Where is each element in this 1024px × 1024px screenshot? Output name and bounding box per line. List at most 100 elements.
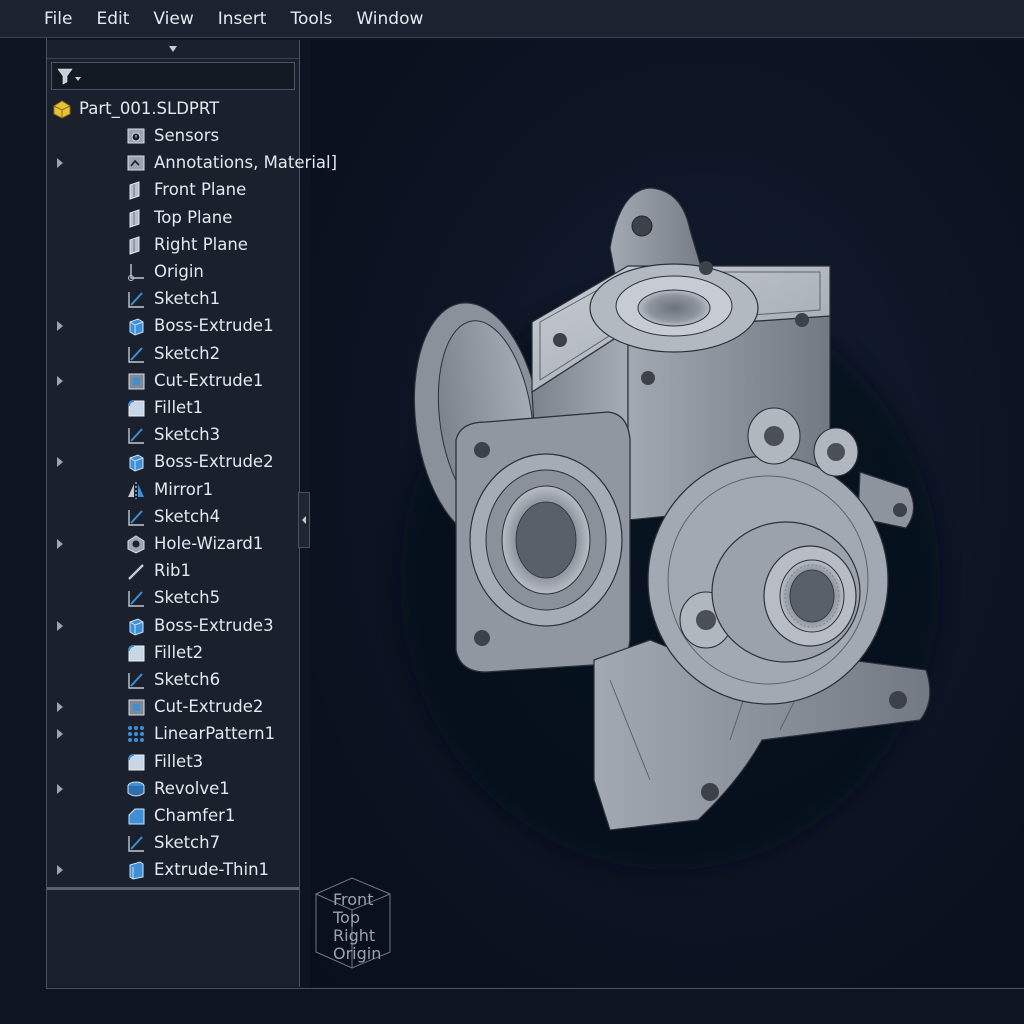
feature-manager-panel: Part_001.SLDPRT Sensors Annotations, Mate…	[47, 40, 337, 987]
menu-edit[interactable]: Edit	[84, 9, 141, 29]
tree-item-label: Revolve1	[154, 778, 230, 798]
expand-arrow-icon[interactable]	[57, 539, 63, 549]
menu-file[interactable]: File	[32, 9, 84, 29]
tree-item-label: Right Plane	[154, 234, 248, 254]
tree-item-label: Hole-Wizard1	[154, 534, 264, 553]
cut-extrude-icon	[125, 370, 147, 392]
tree-item-label: Boss-Extrude2	[154, 452, 274, 472]
menu-insert[interactable]: Insert	[206, 9, 279, 29]
viewcube-right-label: Right	[333, 926, 376, 945]
tree-item-label: Cut-Extrude1	[154, 370, 264, 390]
tree-item[interactable]: Fillet3	[47, 749, 299, 775]
tree-item-label: Sketch6	[154, 670, 221, 689]
sketch-icon	[125, 832, 147, 854]
extrude-thin-icon	[125, 859, 147, 881]
viewcube-top-label: Top	[333, 908, 360, 927]
expand-arrow-icon[interactable]	[57, 158, 63, 169]
tree-item[interactable]: Mirror1	[47, 477, 299, 503]
expand-arrow-icon[interactable]	[57, 865, 63, 876]
sketch-icon	[125, 288, 147, 310]
tree-item[interactable]: Top Plane	[47, 205, 299, 231]
tree-item-label: Fillet3	[154, 751, 204, 771]
tree-item[interactable]: Cut-Extrude1	[47, 368, 299, 394]
tree-item[interactable]: Chamfer1	[47, 803, 299, 829]
tree-item[interactable]: Sketch2	[47, 341, 299, 367]
menu-bar: File Edit View Insert Tools Window	[0, 0, 1024, 38]
part-model[interactable]	[310, 40, 1024, 987]
tree-item[interactable]: Origin	[47, 259, 299, 285]
tree-item[interactable]: Sketch7	[47, 830, 299, 856]
tree-item[interactable]: Fillet2	[47, 640, 299, 666]
tree-item-label: Fillet1	[154, 398, 204, 417]
tree-item[interactable]: Annotations, Material]	[47, 150, 337, 176]
tree-item-label: Sketch7	[154, 833, 221, 853]
tree-item[interactable]: Cut-Extrude2	[47, 694, 299, 720]
tree-item-label: Chamfer1	[154, 806, 236, 825]
expand-arrow-icon[interactable]	[57, 729, 63, 740]
tree-item-label: Cut-Extrude2	[154, 697, 264, 717]
panel-splitter[interactable]	[47, 887, 299, 890]
mirror-icon	[125, 479, 147, 501]
tree-item[interactable]: Sketch1	[47, 286, 299, 312]
expand-arrow-icon[interactable]	[57, 620, 63, 631]
tree-item-label: Sketch3	[154, 425, 221, 445]
chevron-left-icon[interactable]	[301, 515, 307, 525]
sketch-icon	[125, 506, 147, 528]
expand-arrow-icon[interactable]	[57, 457, 63, 468]
origin-icon	[125, 261, 147, 283]
tree-item-label: Boss-Extrude1	[154, 316, 274, 336]
fillet-icon	[125, 397, 147, 419]
menu-view[interactable]: View	[141, 9, 205, 29]
tree-item[interactable]: Extrude-Thin1	[47, 857, 299, 883]
tree-item[interactable]: Sketch5	[47, 585, 299, 611]
chevron-down-icon[interactable]	[168, 45, 178, 53]
tree-item[interactable]: Front Plane	[47, 177, 299, 203]
filter-bar[interactable]	[51, 62, 295, 90]
tree-item-label: LinearPattern1	[154, 724, 276, 744]
hole-wizard-icon	[125, 533, 147, 555]
tree-item[interactable]: Rib1	[47, 558, 299, 584]
tree-item[interactable]: Boss-Extrude1	[47, 313, 299, 339]
plane-icon	[125, 234, 147, 256]
tree-item[interactable]: Sketch4	[47, 504, 299, 530]
panel-collapse-handle[interactable]	[298, 492, 310, 548]
tree-item-label: Sketch1	[154, 289, 221, 309]
boss-extrude-icon	[125, 615, 147, 637]
plane-icon	[125, 179, 147, 201]
tree-item-label: Extrude-Thin1	[154, 860, 270, 880]
tree-root[interactable]: Part_001.SLDPRT	[47, 96, 299, 122]
expand-arrow-icon[interactable]	[57, 702, 63, 713]
tree-item-label: Sketch4	[154, 506, 221, 526]
tree-item[interactable]: Revolve1	[47, 776, 299, 802]
tree-item[interactable]: LinearPattern1	[47, 721, 299, 747]
tree-item[interactable]: Right Plane	[47, 232, 299, 258]
sketch-icon	[125, 343, 147, 365]
filter-icon[interactable]	[56, 67, 82, 85]
expand-arrow-icon[interactable]	[57, 321, 63, 332]
tree-item[interactable]: Boss-Extrude2	[47, 449, 299, 475]
tree-item[interactable]: Sensors	[47, 123, 299, 149]
tree-item[interactable]: Sketch3	[47, 422, 299, 448]
graphics-viewport[interactable]	[310, 40, 1024, 987]
tree-item[interactable]: Sketch6	[47, 667, 299, 693]
tree-item[interactable]: Fillet1	[47, 395, 299, 421]
tree-item-label: Mirror1	[154, 479, 214, 499]
sketch-icon	[125, 424, 147, 446]
linear-pattern-icon	[125, 723, 147, 745]
view-orientation-cube[interactable]: Front Top Right Origin	[312, 872, 396, 972]
sketch-icon	[125, 669, 147, 691]
tree-root-label: Part_001.SLDPRT	[79, 99, 220, 118]
revolve-icon	[125, 778, 147, 800]
tree-item-label: Boss-Extrude3	[154, 615, 274, 635]
expand-arrow-icon[interactable]	[57, 783, 63, 794]
annotations-icon	[125, 152, 147, 174]
panel-header[interactable]	[47, 40, 299, 59]
rib-icon	[125, 560, 147, 582]
menu-tools[interactable]: Tools	[278, 9, 344, 29]
fillet-icon	[125, 642, 147, 664]
expand-arrow-icon[interactable]	[57, 375, 63, 386]
tree-item[interactable]: Hole-Wizard1	[47, 531, 299, 557]
tree-item-label: Rib1	[154, 561, 192, 581]
tree-item[interactable]: Boss-Extrude3	[47, 613, 299, 639]
menu-window[interactable]: Window	[344, 9, 435, 29]
